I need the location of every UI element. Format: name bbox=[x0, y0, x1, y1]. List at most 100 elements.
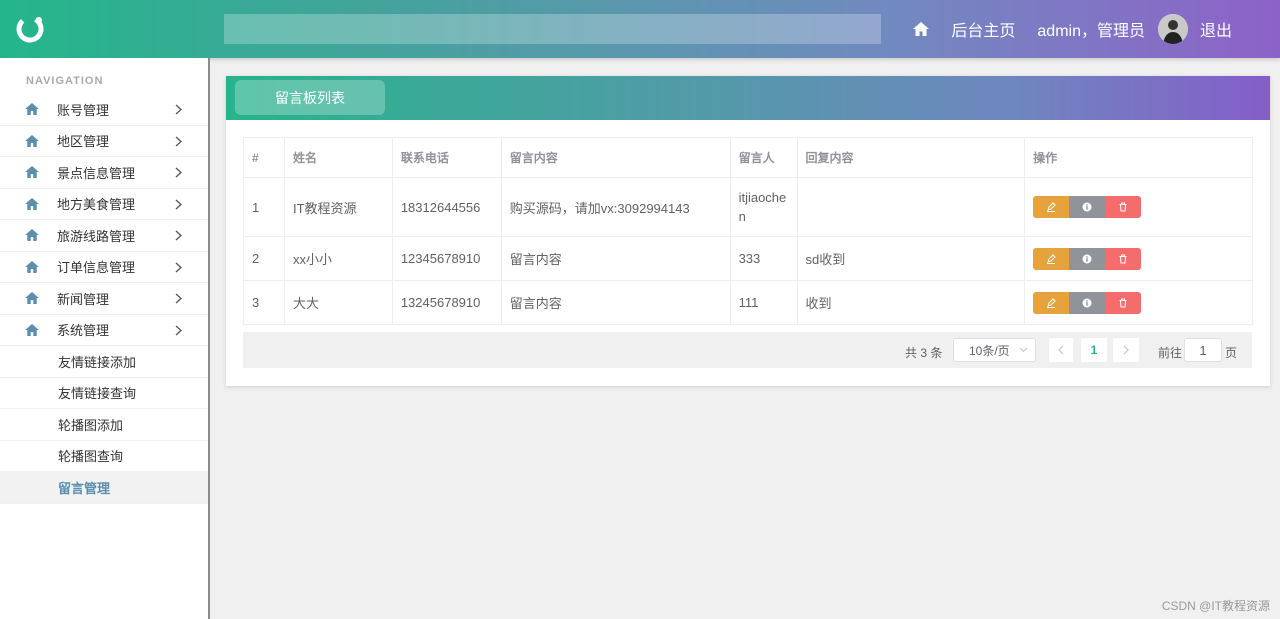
sidebar-item-account[interactable]: 账号管理 bbox=[0, 94, 208, 126]
sidebar-subitem-message[interactable]: 留言管理 bbox=[0, 472, 208, 504]
home-icon bbox=[25, 292, 39, 304]
user-avatar-icon bbox=[1157, 14, 1188, 44]
sidebar-subitem-link-add[interactable]: 友情链接添加 bbox=[0, 346, 208, 378]
cell-reply: sd收到 bbox=[796, 236, 1026, 281]
goto-unit-label: 页 bbox=[1225, 346, 1238, 360]
user-label: admin，管理员 bbox=[1037, 23, 1145, 40]
sidebar-item-label: 新闻管理 bbox=[57, 291, 110, 307]
prev-page-button[interactable] bbox=[1049, 338, 1073, 362]
chevron-right-icon bbox=[175, 136, 182, 146]
row-actions bbox=[1033, 247, 1244, 270]
sidebar-item-scenic[interactable]: 景点信息管理 bbox=[0, 157, 208, 189]
home-icon bbox=[25, 323, 39, 336]
chevron-right-icon bbox=[175, 325, 182, 335]
col-header-actions: 操作 bbox=[1024, 137, 1253, 178]
edit-button[interactable] bbox=[1033, 196, 1070, 218]
sidebar-item-system[interactable]: 系统管理 bbox=[0, 315, 208, 346]
cell-actions bbox=[1024, 236, 1253, 281]
sidebar-item-label: 地方美食管理 bbox=[57, 197, 136, 213]
chevron-right-icon bbox=[175, 262, 182, 272]
sidebar-item-label: 景点信息管理 bbox=[57, 165, 136, 181]
cell-content: 留言内容 bbox=[500, 236, 731, 281]
header-actions: 后台主页 admin，管理员 退出 bbox=[913, 0, 1280, 58]
sidebar-item-label: 账号管理 bbox=[57, 102, 110, 118]
edit-button[interactable] bbox=[1033, 291, 1070, 314]
sidebar-subitem-banner-add[interactable]: 轮播图添加 bbox=[0, 409, 208, 441]
next-page-button[interactable] bbox=[1113, 338, 1139, 362]
table-header-row: # 姓名 联系电话 留言内容 留言人 回复内容 操作 bbox=[243, 137, 1253, 178]
edit-button[interactable] bbox=[1033, 247, 1070, 270]
cell-content: 购买源码，请加vx:3092994143 bbox=[500, 177, 731, 237]
avatar[interactable] bbox=[1157, 14, 1188, 44]
cell-index: 1 bbox=[243, 177, 285, 237]
cell-content: 留言内容 bbox=[500, 280, 731, 325]
cell-index: 3 bbox=[243, 280, 285, 325]
table-row: 1 IT教程资源 18312644556 购买源码，请加vx:309299414… bbox=[243, 177, 1253, 237]
table-row: 2 xx小小 12345678910 留言内容 333 sd收到 bbox=[243, 236, 1253, 281]
header-search-bar[interactable] bbox=[224, 14, 881, 44]
panel-header: 留言板列表 bbox=[226, 76, 1270, 120]
cell-author: 111 bbox=[729, 280, 798, 325]
delete-button[interactable] bbox=[1105, 247, 1142, 270]
cell-name: xx小小 bbox=[283, 236, 393, 281]
home-icon bbox=[25, 197, 39, 210]
col-header-name: 姓名 bbox=[283, 137, 393, 178]
chevron-right-icon bbox=[175, 230, 182, 241]
pagination-total: 共 3 条 bbox=[905, 346, 943, 360]
logout-button[interactable]: 退出 bbox=[1200, 17, 1232, 41]
home-icon bbox=[25, 166, 39, 178]
cell-index: 2 bbox=[243, 236, 285, 281]
edit-icon bbox=[1047, 202, 1056, 212]
cell-phone: 12345678910 bbox=[391, 236, 502, 281]
sidebar-item-order[interactable]: 订单信息管理 bbox=[0, 252, 208, 283]
top-header: 后台主页 admin，管理员 退出 bbox=[0, 0, 1280, 58]
home-icon bbox=[25, 134, 39, 147]
col-header-phone: 联系电话 bbox=[391, 137, 502, 178]
page-size-value: 10条/页 bbox=[969, 343, 1010, 358]
home-icon bbox=[25, 229, 39, 241]
cell-name: IT教程资源 bbox=[283, 177, 393, 237]
cell-reply: 收到 bbox=[796, 280, 1026, 325]
info-button[interactable] bbox=[1069, 291, 1106, 314]
sidebar-item-food[interactable]: 地方美食管理 bbox=[0, 189, 208, 220]
goto-page-input[interactable] bbox=[1184, 338, 1222, 362]
cell-actions bbox=[1024, 280, 1253, 325]
app-logo-icon[interactable] bbox=[14, 13, 46, 45]
page-number-current[interactable]: 1 bbox=[1081, 338, 1107, 362]
info-icon bbox=[1082, 254, 1092, 263]
home-icon bbox=[913, 22, 930, 36]
sidebar-subitem-banner-query[interactable]: 轮播图查询 bbox=[0, 441, 208, 472]
trash-icon bbox=[1119, 254, 1127, 263]
panel-tab-title[interactable]: 留言板列表 bbox=[235, 80, 385, 115]
chevron-right-icon bbox=[1123, 345, 1129, 355]
pagination: 共 3 条 10条/页 1 前往 页 bbox=[243, 332, 1252, 368]
sidebar-item-label: 地区管理 bbox=[57, 134, 110, 150]
chevron-left-icon bbox=[1058, 345, 1064, 355]
col-header-reply: 回复内容 bbox=[796, 137, 1026, 178]
info-button[interactable] bbox=[1069, 196, 1106, 218]
sidebar-subitem-link-query[interactable]: 友情链接查询 bbox=[0, 378, 208, 409]
page-size-select[interactable]: 10条/页 bbox=[953, 338, 1036, 362]
sidebar-item-news[interactable]: 新闻管理 bbox=[0, 283, 208, 315]
info-button[interactable] bbox=[1069, 247, 1106, 270]
table-row: 3 大大 13245678910 留言内容 111 收到 bbox=[243, 280, 1253, 325]
goto-label: 前往 bbox=[1158, 346, 1183, 360]
message-table: # 姓名 联系电话 留言内容 留言人 回复内容 操作 1 IT教程资源 1831… bbox=[243, 137, 1253, 325]
delete-button[interactable] bbox=[1105, 196, 1142, 218]
chevron-right-icon bbox=[175, 104, 182, 115]
cell-actions bbox=[1024, 177, 1253, 237]
info-icon bbox=[1082, 298, 1092, 307]
nav-title: NAVIGATION bbox=[26, 75, 104, 87]
home-icon bbox=[25, 260, 39, 273]
col-header-content: 留言内容 bbox=[500, 137, 731, 178]
home-link[interactable]: 后台主页 bbox=[913, 17, 1015, 41]
cell-author: 333 bbox=[729, 236, 798, 281]
chevron-right-icon bbox=[175, 199, 182, 209]
sidebar-item-route[interactable]: 旅游线路管理 bbox=[0, 220, 208, 252]
sidebar-item-region[interactable]: 地区管理 bbox=[0, 126, 208, 157]
chevron-right-icon bbox=[175, 167, 182, 178]
col-header-index: # bbox=[243, 137, 285, 178]
row-actions bbox=[1033, 196, 1244, 218]
watermark: CSDN @IT教程资源 bbox=[1161, 599, 1270, 613]
delete-button[interactable] bbox=[1105, 291, 1142, 314]
